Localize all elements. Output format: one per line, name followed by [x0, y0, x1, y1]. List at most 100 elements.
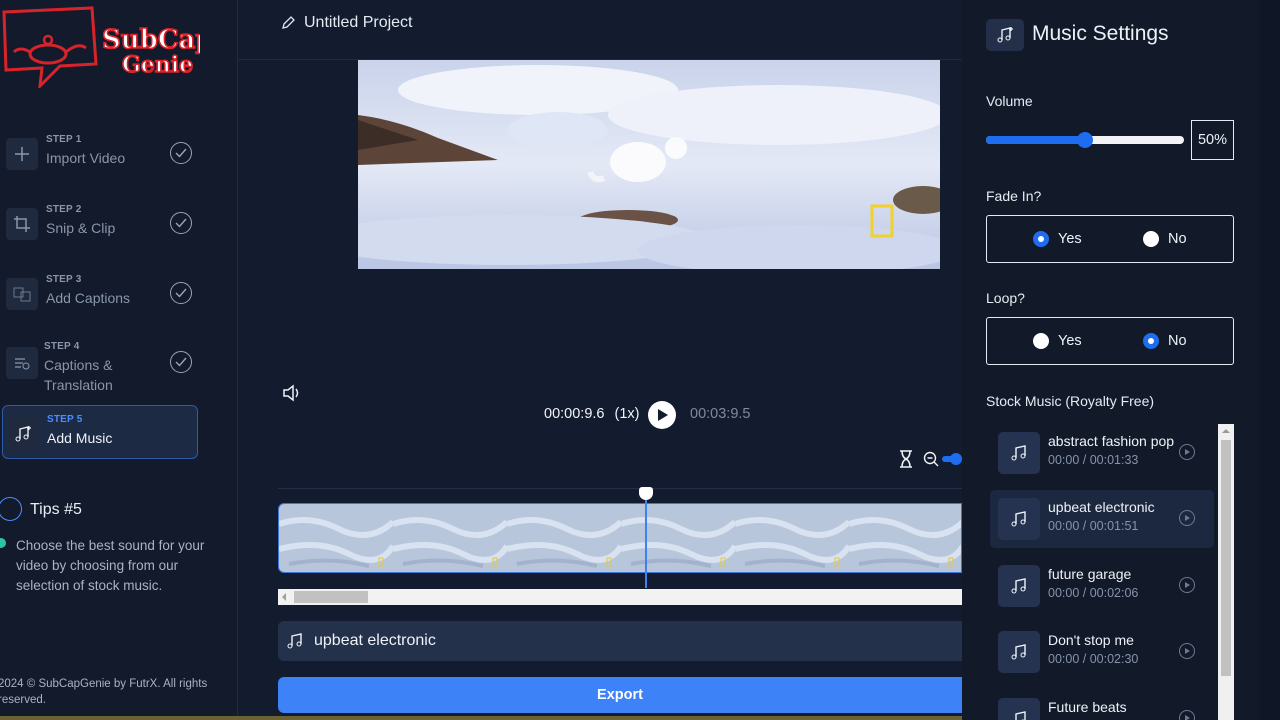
song-name: future garage	[1048, 566, 1132, 582]
song-item[interactable]: Don't stop me 00:00 / 00:02:30	[990, 623, 1214, 681]
fade-in-label: Fade In?	[986, 188, 1042, 204]
plus-icon	[6, 138, 38, 170]
play-preview-icon[interactable]	[1179, 510, 1195, 526]
step-import-video[interactable]: STEP 1 Import Video	[2, 126, 198, 180]
captions-icon	[6, 278, 38, 310]
radio-dot[interactable]	[1033, 333, 1049, 349]
scrollbar-thumb[interactable]	[294, 591, 368, 603]
play-button[interactable]	[648, 401, 676, 429]
step-snip-clip[interactable]: STEP 2 Snip & Clip	[2, 196, 198, 250]
radio-label: No	[1168, 333, 1187, 349]
scroll-up-arrow[interactable]	[1222, 429, 1230, 433]
music-note-icon	[998, 498, 1040, 540]
speaker-icon	[283, 384, 299, 402]
check-icon	[170, 142, 192, 164]
playhead-handle[interactable]	[639, 487, 653, 500]
step-number: STEP 2	[46, 204, 82, 215]
hourglass-icon[interactable]	[900, 450, 912, 468]
subcapgenie-logo[interactable]: SubCap Genie	[0, 4, 214, 91]
volume-value[interactable]: 50%	[1191, 120, 1234, 160]
panel-title: Music Settings	[1032, 22, 1169, 45]
fade-in-options: Yes No	[986, 215, 1234, 263]
music-add-icon	[7, 418, 39, 450]
mute-toggle[interactable]	[282, 383, 302, 408]
video-track[interactable]	[278, 503, 962, 573]
sidebar: SubCap Genie STEP 1 Import Video STEP 2 …	[0, 0, 238, 720]
crop-icon	[6, 208, 38, 240]
video-preview[interactable]	[358, 60, 940, 269]
loop-no[interactable]: No	[1143, 333, 1187, 349]
play-preview-icon[interactable]	[1179, 643, 1195, 659]
music-settings-icon	[986, 19, 1024, 51]
scroll-left-arrow[interactable]	[282, 593, 286, 601]
step-label: Import Video	[46, 150, 126, 166]
lightbulb-icon	[0, 497, 22, 521]
current-time-value: 00:00:9.6	[544, 406, 605, 422]
zoom-out-icon[interactable]	[923, 451, 939, 467]
step-label: Add Captions	[46, 290, 131, 306]
play-preview-icon[interactable]	[1179, 444, 1195, 460]
step-add-music[interactable]: STEP 5 Add Music	[2, 405, 198, 459]
step-label: Captions & Translation	[44, 357, 113, 393]
music-note-icon	[998, 631, 1040, 673]
step-number: STEP 1	[46, 134, 82, 145]
volume-knob[interactable]	[1077, 132, 1093, 148]
radio-label: Yes	[1058, 231, 1082, 247]
step-label: Snip & Clip	[46, 220, 116, 236]
song-item[interactable]: abstract fashion pop 00:00 / 00:01:33	[990, 424, 1214, 482]
timeline-scrollbar[interactable]	[278, 589, 962, 605]
music-note-icon	[998, 565, 1040, 607]
stock-music-label: Stock Music (Royalty Free)	[986, 393, 1155, 409]
check-icon	[170, 212, 192, 234]
project-title[interactable]: Untitled Project	[280, 14, 413, 32]
radio-label: Yes	[1058, 333, 1082, 349]
pencil-icon	[282, 16, 295, 29]
play-icon	[658, 409, 668, 421]
song-time: 00:00 / 00:01:51	[1048, 519, 1139, 533]
project-title-text: Untitled Project	[304, 14, 413, 31]
check-icon	[170, 282, 192, 304]
song-name: upbeat electronic	[1048, 499, 1155, 515]
volume-label: Volume	[986, 93, 1033, 109]
music-note-icon	[287, 633, 302, 649]
playback-speed[interactable]: (1x)	[615, 406, 640, 422]
tips-text: Choose the best sound for your video by …	[16, 538, 205, 593]
play-preview-icon[interactable]	[1179, 577, 1195, 593]
fade-in-no[interactable]: No	[1143, 231, 1187, 247]
scrollbar-thumb[interactable]	[1221, 440, 1231, 676]
volume-fill	[986, 136, 1085, 144]
radio-dot[interactable]	[1033, 231, 1049, 247]
timeline-zoom-tools	[898, 448, 962, 470]
song-item[interactable]: Future beats	[990, 690, 1214, 720]
song-item[interactable]: upbeat electronic 00:00 / 00:01:51	[990, 490, 1214, 548]
copyright: 2024 © SubCapGenie by FutrX. All rights …	[0, 678, 208, 706]
radio-dot[interactable]	[1143, 333, 1159, 349]
step-number: STEP 3	[46, 274, 82, 285]
music-note-icon	[998, 432, 1040, 474]
timeline-ruler	[278, 488, 962, 489]
loop-options: Yes No	[986, 317, 1234, 365]
window-margin	[1260, 0, 1280, 720]
song-time: 00:00 / 00:02:30	[1048, 652, 1139, 666]
radio-dot[interactable]	[1143, 231, 1159, 247]
song-name: Don't stop me	[1048, 632, 1134, 648]
song-time: 00:00 / 00:01:33	[1048, 453, 1139, 467]
stock-music-list: abstract fashion pop 00:00 / 00:01:33 up…	[990, 424, 1216, 720]
step-add-captions[interactable]: STEP 3 Add Captions	[2, 266, 198, 320]
volume-slider[interactable]	[986, 132, 1184, 148]
music-list-scrollbar[interactable]	[1218, 424, 1234, 720]
fade-in-yes[interactable]: Yes	[1033, 231, 1082, 247]
export-button[interactable]: Export	[278, 677, 962, 713]
step-captions-translation[interactable]: STEP 4 Captions & Translation	[2, 333, 198, 393]
music-track[interactable]: upbeat electronic	[278, 621, 962, 661]
playhead[interactable]	[645, 488, 647, 588]
play-preview-icon[interactable]	[1179, 710, 1195, 720]
song-item[interactable]: future garage 00:00 / 00:02:06	[990, 557, 1214, 615]
loop-yes[interactable]: Yes	[1033, 333, 1082, 349]
music-settings-panel: Music Settings Volume 50% Fade In? Yes N…	[962, 0, 1260, 720]
step-label: Add Music	[47, 430, 113, 446]
window-edge	[0, 716, 962, 720]
zoom-slider[interactable]	[942, 453, 962, 465]
total-duration: 00:03:9.5	[690, 406, 751, 422]
radio-label: No	[1168, 231, 1187, 247]
